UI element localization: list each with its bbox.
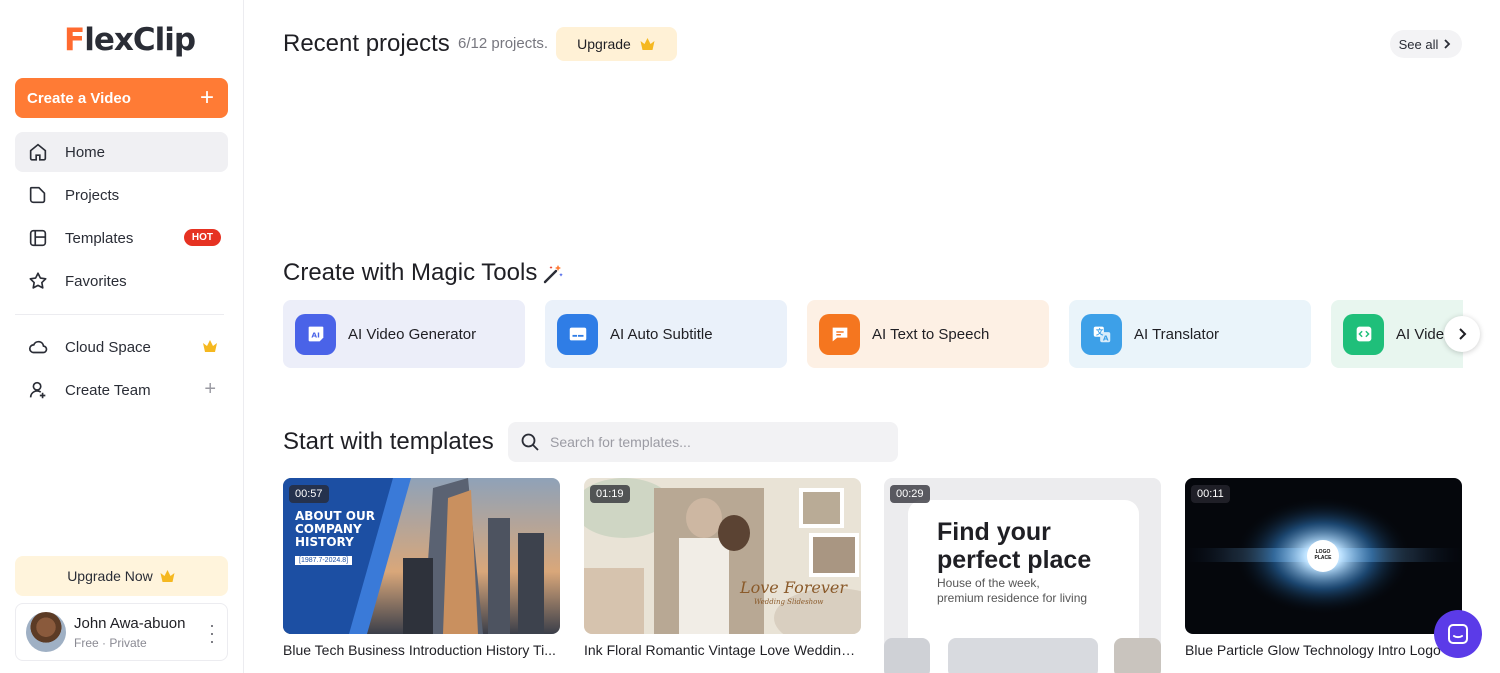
sidebar: FlexClip Create a Video + Home Projects …: [0, 0, 244, 673]
duration-badge: 00:29: [890, 485, 930, 503]
sidebar-divider: [15, 314, 224, 315]
thumbnail-heading: Love Forever: [740, 578, 847, 597]
tool-ai-text-to-speech[interactable]: AI Text to Speech: [807, 300, 1049, 368]
duration-badge: 00:57: [289, 485, 329, 503]
subtitle-icon: [557, 313, 598, 355]
template-thumbnail[interactable]: 00:29 Find your perfect place House of t…: [884, 478, 1161, 673]
chevron-right-icon: [1444, 39, 1451, 49]
sidebar-item-label: Projects: [65, 186, 120, 204]
sidebar-item-label: Create Team: [65, 381, 151, 399]
magic-wand-icon: [543, 265, 563, 284]
folder-icon: [27, 184, 49, 206]
logo-rest: lexClip: [84, 22, 196, 58]
magic-tools-row: AI AI Video Generator AI Auto Subtitle A…: [283, 300, 1463, 370]
tool-ai-video-generator[interactable]: AI AI Video Generator: [283, 300, 525, 368]
projects-count: 6/12 projects.: [458, 35, 549, 52]
flexclip-logo[interactable]: FlexClip: [64, 20, 196, 60]
crown-icon: [203, 340, 217, 352]
sidebar-item-label: Favorites: [65, 272, 127, 290]
search-placeholder: Search for templates...: [550, 434, 691, 450]
tool-ai-auto-subtitle[interactable]: AI Auto Subtitle: [545, 300, 787, 368]
svg-text:A: A: [1102, 333, 1108, 342]
sidebar-item-label: Home: [65, 143, 106, 161]
thumbnail-subtitle: Wedding Slideshow: [754, 598, 824, 606]
template-title: Ink Floral Romantic Vintage Love Wedding…: [584, 642, 861, 658]
speech-bubble-icon: [819, 313, 860, 355]
sidebar-item-templates[interactable]: Templates HOT: [15, 218, 228, 258]
sidebar-item-favorites[interactable]: Favorites: [15, 261, 228, 301]
logo-placeholder: LOGO PLACE: [1314, 549, 1332, 561]
template-thumbnail[interactable]: 00:57 ABOUT OUR COMPANY HISTORY [1987.7-…: [283, 478, 560, 634]
template-card[interactable]: 00:57 ABOUT OUR COMPANY HISTORY [1987.7-…: [283, 478, 560, 658]
user-card[interactable]: John Awa-abuon Free · Private · · ·: [15, 603, 228, 661]
create-video-button[interactable]: Create a Video +: [15, 78, 228, 118]
upgrade-button[interactable]: Upgrade: [556, 27, 677, 61]
user-name: John Awa-abuon: [74, 614, 186, 632]
add-user-icon: [27, 379, 49, 401]
more-options-icon[interactable]: · · ·: [209, 616, 215, 650]
tool-label: AI Text to Speech: [872, 325, 990, 343]
template-title: Blue Particle Glow Technology Intro Logo: [1185, 642, 1441, 658]
ai-video-generator-icon: AI: [295, 313, 336, 355]
template-card[interactable]: 00:11 LOGO PLACE Blue Particle Glow Tech…: [1185, 478, 1462, 658]
see-all-label: See all: [1398, 36, 1439, 52]
sidebar-item-label: Templates: [65, 229, 134, 247]
see-all-button[interactable]: See all: [1390, 30, 1462, 58]
home-icon: [27, 141, 49, 163]
tool-ai-translator[interactable]: 文A AI Translator: [1069, 300, 1311, 368]
template-thumbnail[interactable]: 01:19 Love Forever Wedding Slideshow: [584, 478, 861, 634]
template-title: Blue Tech Business Introduction History …: [283, 642, 556, 658]
crown-icon: [640, 38, 655, 50]
upgrade-now-label: Upgrade Now: [67, 568, 153, 584]
templates-title: Start with templates: [283, 428, 494, 455]
recent-projects-title: Recent projects: [283, 30, 450, 57]
sidebar-item-label: Cloud Space: [65, 338, 151, 356]
sidebar-item-home[interactable]: Home: [15, 132, 228, 172]
avatar: [26, 612, 66, 652]
thumbnail-heading: Find your perfect place: [937, 518, 1092, 574]
template-thumbnail[interactable]: 00:11 LOGO PLACE: [1185, 478, 1462, 634]
star-icon: [27, 270, 49, 292]
sidebar-item-create-team[interactable]: Create Team +: [15, 370, 228, 410]
tool-label: AI Video Generator: [348, 325, 477, 343]
upgrade-now-button[interactable]: Upgrade Now: [15, 556, 228, 596]
template-card[interactable]: 01:19 Love Forever Wedding Slideshow Ink…: [584, 478, 861, 658]
logo-f: F: [64, 22, 85, 58]
add-team-plus-icon[interactable]: +: [204, 378, 216, 401]
thumbnail-subtitle: House of the week, premium residence for…: [937, 576, 1088, 605]
tools-next-button[interactable]: [1444, 316, 1480, 352]
code-video-icon: [1343, 313, 1384, 355]
thumbnail-date: [1987.7-2024.8]: [295, 556, 353, 565]
chat-icon: [1448, 624, 1468, 644]
tool-label: AI Translator: [1134, 325, 1220, 343]
search-icon: [521, 433, 539, 451]
templates-icon: [27, 227, 49, 249]
duration-badge: 01:19: [590, 485, 630, 503]
upgrade-label: Upgrade: [577, 36, 631, 52]
crown-icon: [160, 570, 175, 582]
template-search-input[interactable]: Search for templates...: [508, 422, 898, 462]
translate-icon: 文A: [1081, 313, 1122, 355]
template-card[interactable]: 00:29 Find your perfect place House of t…: [884, 478, 1161, 673]
magic-tools-title: Create with Magic Tools: [283, 259, 538, 286]
user-plan: Free · Private: [74, 635, 147, 650]
cloud-icon: [27, 336, 49, 358]
duration-badge: 00:11: [1191, 485, 1230, 503]
svg-text:AI: AI: [311, 331, 320, 340]
plus-icon: +: [199, 84, 214, 111]
tool-label: AI Auto Subtitle: [610, 325, 713, 343]
chevron-right-icon: [1459, 328, 1467, 340]
create-video-label: Create a Video: [27, 89, 131, 107]
sidebar-item-cloud-space[interactable]: Cloud Space: [15, 327, 228, 367]
sidebar-item-projects[interactable]: Projects: [15, 175, 228, 215]
chat-support-button[interactable]: [1434, 610, 1482, 658]
thumbnail-heading: ABOUT OUR COMPANY HISTORY: [295, 509, 375, 549]
hot-badge: HOT: [183, 229, 221, 246]
